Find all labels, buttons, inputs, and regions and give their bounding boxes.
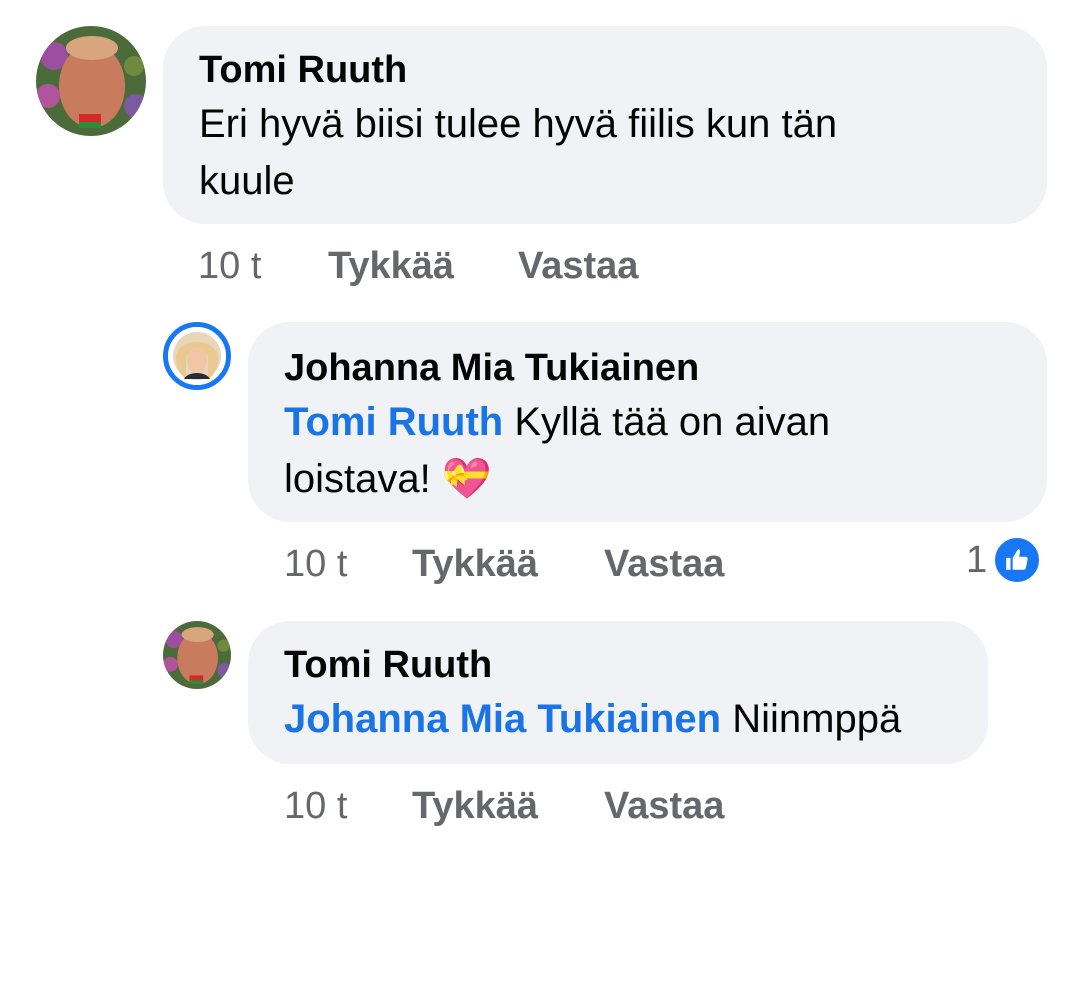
comment-bubble: Tomi Ruuth Eri hyvä biisi tulee hyvä fii… — [163, 26, 1047, 224]
comment-text: Tomi Ruuth Kyllä tää on aivan loistava! … — [284, 394, 830, 508]
comment-timestamp[interactable]: 10 t — [198, 244, 261, 288]
comment-text-segment: Niinmppä — [732, 697, 902, 741]
avatar[interactable] — [163, 322, 231, 390]
comment-author[interactable]: Johanna Mia Tukiainen — [284, 346, 699, 390]
comment-author[interactable]: Tomi Ruuth — [199, 48, 407, 92]
avatar-photo — [168, 327, 226, 385]
heart-gift-emoji: 💝 — [441, 457, 492, 501]
comment-text-line: loistava! 💝 — [284, 451, 830, 508]
comment-text: Eri hyvä biisi tulee hyvä fiilis kun tän… — [199, 96, 837, 210]
reply-button[interactable]: Vastaa — [518, 244, 638, 288]
reply-button[interactable]: Vastaa — [604, 784, 724, 828]
comment-text: Johanna Mia Tukiainen Niinmppä — [284, 691, 901, 748]
thumbs-up-glyph — [1006, 549, 1028, 570]
like-button[interactable]: Tykkää — [412, 542, 538, 586]
like-button[interactable]: Tykkää — [328, 244, 454, 288]
comment-text-line: Tomi Ruuth Kyllä tää on aivan — [284, 394, 830, 451]
like-button[interactable]: Tykkää — [412, 784, 538, 828]
mention-link[interactable]: Johanna Mia Tukiainen — [284, 697, 721, 741]
avatar[interactable] — [163, 621, 231, 689]
comment-timestamp[interactable]: 10 t — [284, 784, 347, 828]
reply-button[interactable]: Vastaa — [604, 542, 724, 586]
comment-timestamp[interactable]: 10 t — [284, 542, 347, 586]
comment-author[interactable]: Tomi Ruuth — [284, 643, 492, 687]
comment-bubble: Johanna Mia Tukiainen Tomi Ruuth Kyllä t… — [248, 322, 1047, 522]
comment-text-segment: Kyllä tää on aivan — [514, 400, 831, 444]
mention-link[interactable]: Tomi Ruuth — [284, 400, 503, 444]
avatar-photo — [163, 621, 231, 689]
comment-text-line: Eri hyvä biisi tulee hyvä fiilis kun tän — [199, 102, 838, 146]
like-icon — [993, 536, 1042, 584]
avatar-photo — [36, 26, 146, 136]
reaction-count: 1 — [966, 538, 988, 581]
reaction-summary[interactable]: 1 — [966, 536, 1042, 584]
comment-text-line: kuule — [199, 159, 295, 203]
comment-text-segment: loistava! — [284, 457, 431, 501]
comment-text-line: Johanna Mia Tukiainen Niinmppä — [284, 691, 901, 748]
avatar[interactable] — [36, 26, 146, 136]
comment-bubble: Tomi Ruuth Johanna Mia Tukiainen Niinmpp… — [248, 621, 988, 764]
